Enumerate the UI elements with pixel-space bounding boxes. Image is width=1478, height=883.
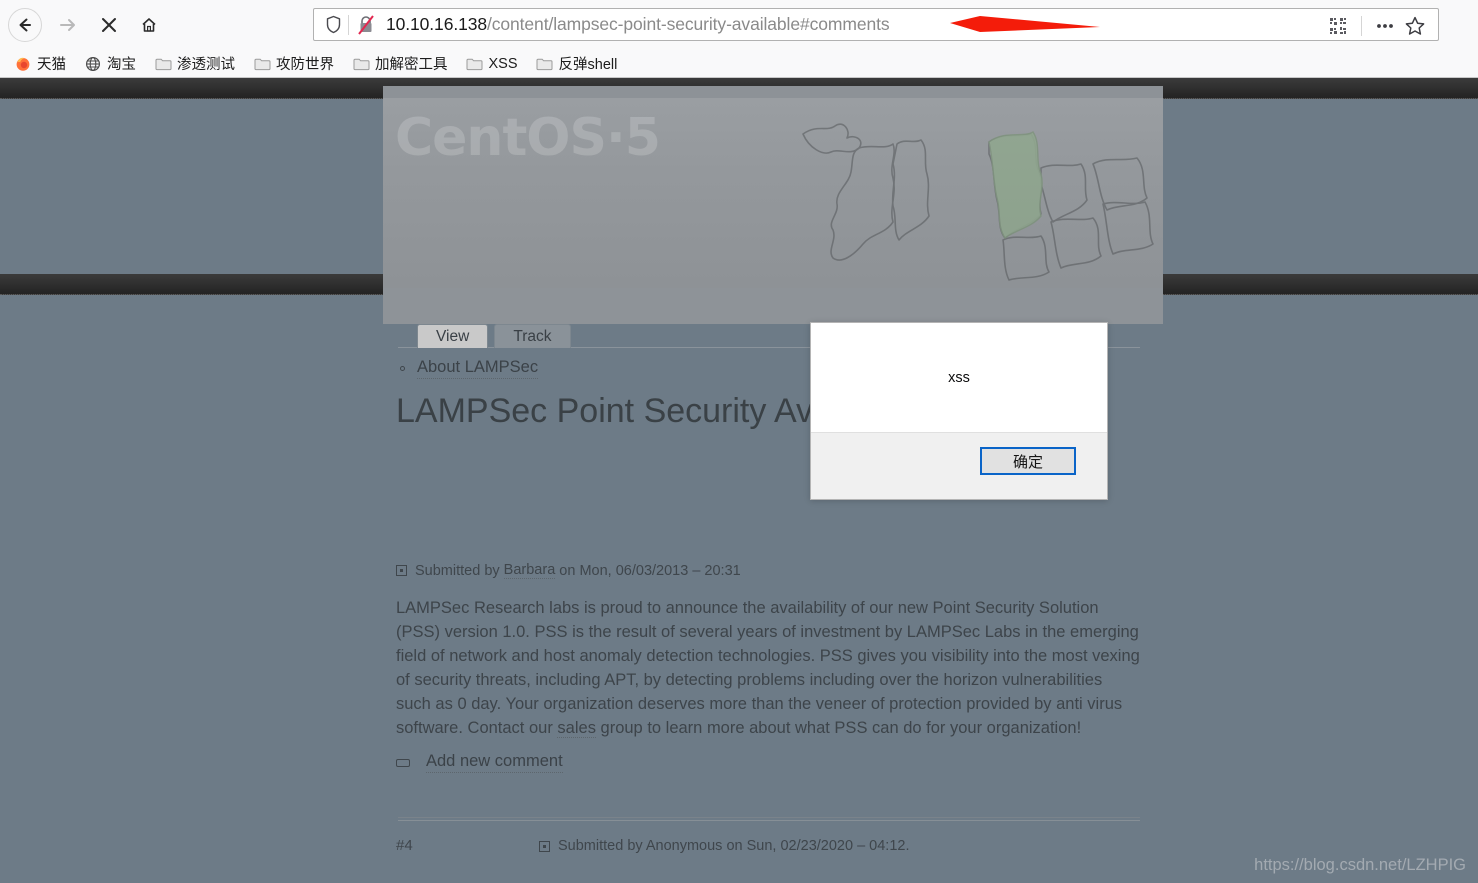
folder-icon xyxy=(253,56,271,72)
urlbar-divider xyxy=(348,14,349,35)
bookmark-label: 渗透测试 xyxy=(177,57,235,73)
browser-chrome: 10.10.16.138/content/lampsec-point-secur… xyxy=(0,0,1478,78)
bookmark-label: 加解密工具 xyxy=(375,57,448,73)
site-banner: CentOS·5 xyxy=(383,86,1163,324)
menu-item-about[interactable]: About LAMPSec xyxy=(400,358,539,379)
comments-divider xyxy=(398,817,1140,821)
alert-message: xss xyxy=(948,370,970,386)
article-body: LAMPSec Research labs is proud to announ… xyxy=(396,596,1141,740)
tab-track[interactable]: Track xyxy=(494,324,571,348)
url-text[interactable]: 10.10.16.138/content/lampsec-point-secur… xyxy=(386,14,890,35)
comment-bubble-icon xyxy=(396,758,410,767)
folder-icon xyxy=(466,56,484,72)
watermark: https://blog.csdn.net/LZHPIG xyxy=(1254,856,1466,874)
bookmark-folder-ctf[interactable]: 攻防世界 xyxy=(251,53,336,75)
page-viewport: CentOS·5 View Track About LAMPSec LAMPSe… xyxy=(0,78,1478,883)
byline-suffix: on Mon, 06/03/2013 – 20:31 xyxy=(559,562,741,579)
bookmark-folder-reverse-shell[interactable]: 反弹shell xyxy=(534,53,620,75)
bookmark-label: 反弹shell xyxy=(558,57,618,73)
node-icon xyxy=(539,840,550,852)
bookmarks-bar: 天猫 淘宝 渗透测试 攻防世界 加解密工具 XSS 反弹shell xyxy=(0,50,1478,77)
back-button[interactable] xyxy=(8,8,42,42)
node-icon xyxy=(396,565,407,576)
star-icon[interactable] xyxy=(1400,11,1430,41)
javascript-alert-dialog: xss 确定 xyxy=(810,322,1108,500)
europe-map-illustration xyxy=(793,104,1163,294)
tab-view[interactable]: View xyxy=(417,324,489,348)
globe-icon xyxy=(84,56,102,72)
address-bar[interactable]: 10.10.16.138/content/lampsec-point-secur… xyxy=(313,8,1439,41)
comment-byline-text: Submitted by Anonymous on Sun, 02/23/202… xyxy=(558,838,910,854)
site-logo-text: CentOS·5 xyxy=(395,108,661,168)
bookmark-item-taobao[interactable]: 淘宝 xyxy=(82,53,138,75)
url-host: 10.10.16.138 xyxy=(386,14,487,34)
stop-button[interactable] xyxy=(92,8,126,42)
bookmark-item-tmall[interactable]: 天猫 xyxy=(12,53,68,75)
bookmark-folder-xss[interactable]: XSS xyxy=(464,53,520,75)
address-bar-actions xyxy=(1323,9,1438,42)
back-button-ring xyxy=(8,8,42,42)
bookmark-label: XSS xyxy=(488,55,518,72)
page-content: View Track About LAMPSec LAMPSec Point S… xyxy=(0,324,1478,883)
bookmark-label: 攻防世界 xyxy=(276,57,334,73)
add-new-comment-row[interactable]: Add new comment xyxy=(396,752,563,773)
byline-prefix: Submitted by xyxy=(415,562,500,579)
home-icon xyxy=(139,15,159,35)
actions-divider xyxy=(1361,15,1362,36)
author-link[interactable]: Barbara xyxy=(503,562,556,579)
forward-button[interactable] xyxy=(50,8,84,42)
bookmark-label: 天猫 xyxy=(37,57,66,73)
alert-footer: 确定 xyxy=(811,432,1107,499)
url-path: /content/lampsec-point-security-availabl… xyxy=(486,14,890,34)
bookmark-folder-pentest[interactable]: 渗透测试 xyxy=(152,53,237,75)
alert-ok-button[interactable]: 确定 xyxy=(980,447,1076,475)
close-x-icon xyxy=(100,16,118,34)
article-byline: Submitted by Barbara on Mon, 06/03/2013 … xyxy=(396,562,741,579)
ellipsis-icon[interactable] xyxy=(1370,11,1400,41)
folder-icon xyxy=(536,56,554,72)
comment-permalink[interactable]: #4 xyxy=(396,837,413,854)
broken-lock-icon[interactable] xyxy=(357,14,375,35)
qr-code-icon[interactable] xyxy=(1323,11,1353,41)
banner-footer-strip xyxy=(383,288,1163,324)
comment-body[interactable]: 123 xyxy=(530,879,570,883)
content-tabs: View Track xyxy=(417,324,577,348)
sales-link[interactable]: sales xyxy=(557,719,596,738)
firefox-icon xyxy=(14,56,32,72)
article-body-part2: group to learn more about what PSS can d… xyxy=(595,719,1082,737)
bullet-icon xyxy=(400,366,405,371)
home-button[interactable] xyxy=(132,8,166,42)
arrow-right-icon xyxy=(57,15,77,35)
navigation-toolbar: 10.10.16.138/content/lampsec-point-secur… xyxy=(0,0,1478,50)
bookmark-label: 淘宝 xyxy=(107,57,136,73)
article-body-part1: LAMPSec Research labs is proud to announ… xyxy=(396,599,1140,737)
about-lampsec-link[interactable]: About LAMPSec xyxy=(417,358,539,379)
folder-icon xyxy=(154,56,172,72)
folder-icon xyxy=(352,56,370,72)
screenshot-root: 10.10.16.138/content/lampsec-point-secur… xyxy=(0,0,1478,883)
add-new-comment-link[interactable]: Add new comment xyxy=(426,752,563,773)
bookmark-folder-crypto-tools[interactable]: 加解密工具 xyxy=(350,53,450,75)
comment-byline: Submitted by Anonymous on Sun, 02/23/202… xyxy=(539,838,909,854)
shield-icon[interactable] xyxy=(325,15,342,34)
